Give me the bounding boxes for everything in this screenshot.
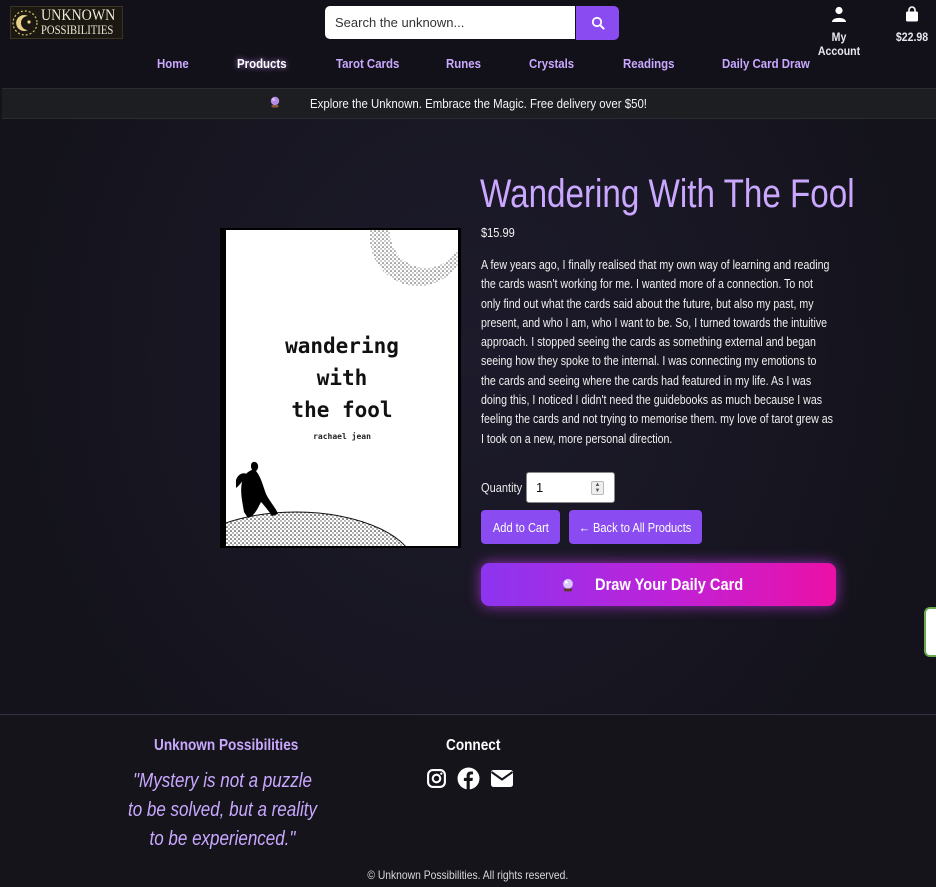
add-to-cart-label: Add to Cart	[492, 519, 549, 535]
quantity-input[interactable]	[536, 480, 596, 495]
draw-daily-card-button[interactable]: Draw Your Daily Card	[481, 563, 836, 606]
crystal-ball-icon	[561, 578, 575, 592]
search-icon	[591, 16, 605, 30]
crystal-ball-icon	[269, 96, 281, 111]
nav-item-tarot-cards[interactable]: Tarot Cards	[336, 56, 399, 71]
footer-connect-heading: Connect	[446, 737, 501, 754]
shopping-bag-icon	[906, 6, 918, 22]
search-input[interactable]	[325, 6, 575, 39]
site-header: UNKNOWN POSSIBILITIES My Account $22.98 …	[0, 0, 936, 88]
user-icon	[832, 6, 846, 22]
book-cover: wandering with the fool rachael jean	[226, 230, 458, 546]
footer-brand: Unknown Possibilities	[154, 737, 299, 754]
search-bar	[325, 6, 619, 40]
facebook-icon[interactable]	[457, 767, 480, 795]
main-nav: Home Products Tarot Cards Runes Crystals…	[0, 56, 936, 76]
nav-item-daily-card-draw[interactable]: Daily Card Draw	[722, 56, 810, 71]
product-description: A few years ago, I finally realised that…	[481, 258, 833, 446]
back-to-products-label: ← Back to All Products	[579, 519, 692, 535]
cart-total: $22.98	[895, 30, 929, 44]
quantity-spinner-icon[interactable]: ▲ ▼	[591, 481, 604, 495]
promo-banner: Explore the Unknown. Embrace the Magic. …	[2, 88, 936, 119]
side-feedback-widget[interactable]	[924, 607, 936, 657]
quantity-label: Quantity	[481, 480, 523, 495]
moon-emblem-icon	[11, 7, 39, 38]
cart-link[interactable]: $22.98	[890, 6, 934, 44]
site-logo[interactable]: UNKNOWN POSSIBILITIES	[10, 6, 123, 39]
promo-banner-text: Explore the Unknown. Embrace the Magic. …	[309, 96, 647, 111]
site-footer: Unknown Possibilities "Mystery is not a …	[0, 714, 936, 887]
book-cover-author: rachael jean	[313, 432, 371, 441]
product-image: wandering with the fool rachael jean	[220, 228, 461, 548]
footer-quote: "Mystery is not a puzzle to be solved, b…	[127, 770, 317, 850]
instagram-icon[interactable]	[426, 768, 447, 794]
draw-daily-card-label: Draw Your Daily Card	[595, 574, 744, 594]
footer-copyright: © Unknown Possibilities. All rights rese…	[0, 868, 936, 882]
quantity-stepper[interactable]: ▲▼	[526, 472, 615, 503]
nav-item-products[interactable]: Products	[237, 56, 287, 71]
search-button[interactable]	[576, 6, 619, 40]
nav-item-readings[interactable]: Readings	[623, 56, 674, 71]
nav-item-crystals[interactable]: Crystals	[529, 56, 574, 71]
nav-item-runes[interactable]: Runes	[446, 56, 481, 71]
product-title: Wandering With The Fool	[480, 172, 855, 216]
logo-text-line1: UNKNOWN	[41, 6, 116, 24]
add-to-cart-button[interactable]: Add to Cart	[481, 510, 560, 544]
my-account-label: My Account	[817, 30, 861, 58]
my-account-link[interactable]: My Account	[806, 6, 872, 58]
footer-copyright-text: © Unknown Possibilities. All rights rese…	[367, 868, 569, 882]
social-links	[426, 767, 514, 795]
back-to-products-button[interactable]: ← Back to All Products	[569, 510, 702, 544]
logo-text-line2: POSSIBILITIES	[41, 21, 114, 37]
nav-item-home[interactable]: Home	[157, 56, 189, 71]
product-price: $15.99	[481, 225, 515, 240]
book-cover-title: wandering with the fool	[285, 334, 399, 422]
email-icon[interactable]	[490, 769, 514, 793]
